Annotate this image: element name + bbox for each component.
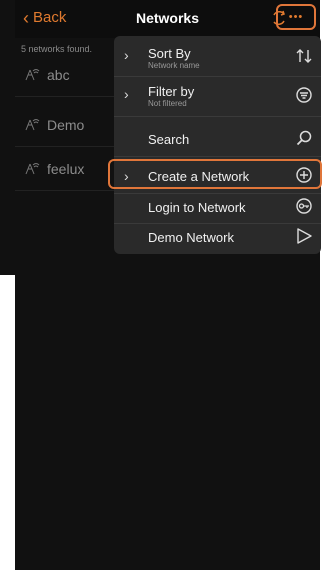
play-icon [297, 228, 312, 244]
sort-icon [296, 49, 312, 63]
menu-divider [114, 116, 321, 117]
network-name: Demo [47, 117, 85, 133]
menu-item-label: Search [148, 132, 190, 147]
network-icon [25, 119, 40, 131]
menu-item-label: Demo Network [148, 230, 234, 245]
menu-item-sublabel: Network name [148, 61, 200, 70]
chevron-right-icon: › [124, 47, 129, 63]
network-icon [25, 163, 40, 175]
menu-item-demo-network[interactable]: Demo Network [114, 222, 321, 252]
menu-item-label: Sort By [148, 46, 191, 61]
menu-item-label: Login to Network [148, 200, 246, 215]
filter-icon [296, 87, 312, 103]
menu-item-filter-by[interactable]: › Filter by Not filtered [114, 78, 321, 114]
search-icon [296, 130, 312, 146]
key-icon [296, 198, 312, 214]
menu-item-login-network[interactable]: Login to Network [114, 192, 321, 222]
nav-bar: ‹ Back Networks [15, 0, 320, 38]
menu-item-search[interactable]: Search [114, 124, 321, 154]
more-options-button[interactable]: ••• [276, 4, 316, 30]
menu-item-label: Filter by [148, 84, 195, 99]
menu-item-sort-by[interactable]: › Sort By Network name [114, 40, 321, 74]
network-name: feelux [47, 161, 85, 177]
side-strip [0, 0, 15, 275]
network-name: abc [47, 67, 70, 83]
chevron-right-icon: › [124, 86, 129, 102]
create-network-highlight [108, 159, 322, 189]
network-icon [25, 69, 40, 81]
menu-item-sublabel: Not filtered [148, 99, 187, 108]
menu-divider [114, 156, 321, 157]
options-menu: › Sort By Network name › Filter by Not f… [114, 36, 321, 254]
network-count: 5 networks found. [21, 44, 93, 54]
menu-divider [114, 76, 321, 77]
